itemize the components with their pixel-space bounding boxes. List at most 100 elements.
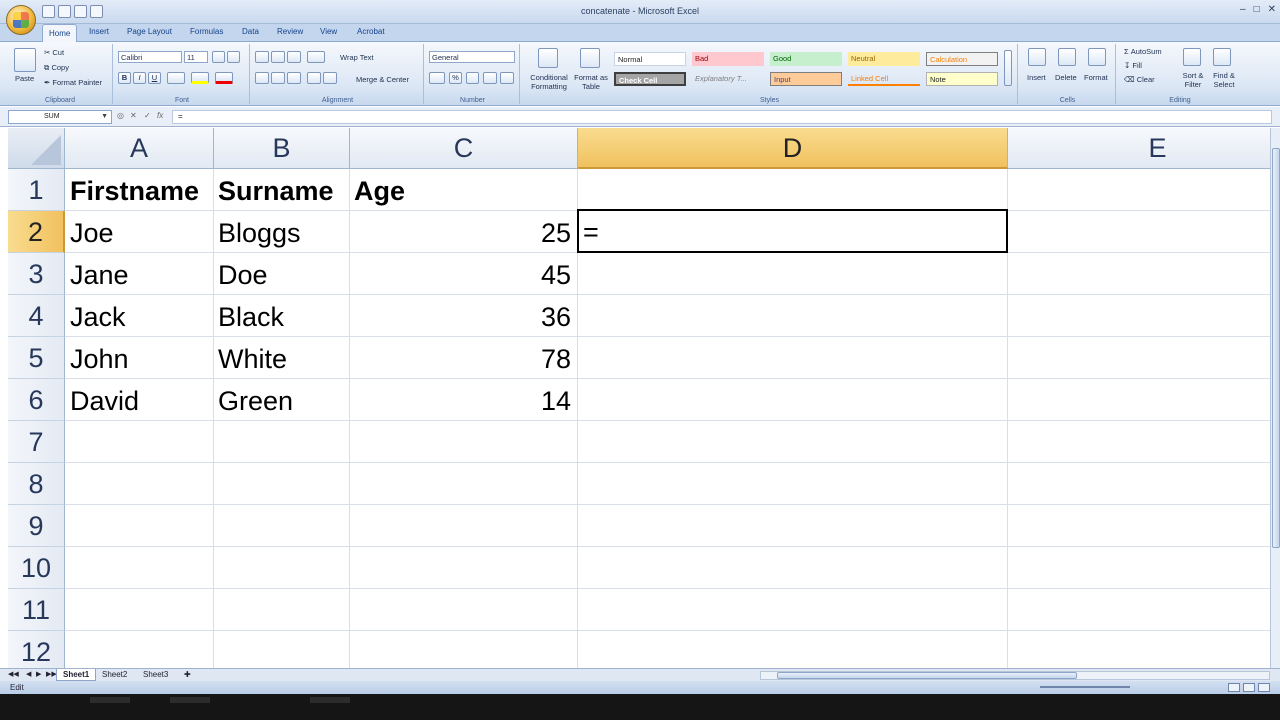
page-layout-view-icon[interactable] [1243, 683, 1255, 692]
decrease-indent-icon[interactable] [307, 72, 321, 84]
style-bad[interactable]: Bad [692, 52, 764, 66]
find-select-button[interactable]: Find & Select [1209, 71, 1239, 89]
font-color-icon[interactable] [215, 72, 233, 84]
cell-a6[interactable]: David [66, 379, 213, 421]
formula-input[interactable]: = [172, 110, 1272, 124]
normal-view-icon[interactable] [1228, 683, 1240, 692]
cell-a2[interactable]: Joe [66, 211, 213, 253]
find-select-icon[interactable] [1213, 48, 1231, 66]
cell-b5[interactable]: White [214, 337, 349, 379]
style-neutral[interactable]: Neutral [848, 52, 920, 66]
cell-b4[interactable]: Black [214, 295, 349, 337]
cell-b1[interactable]: Surname [214, 169, 349, 211]
vertical-scroll-thumb[interactable] [1272, 148, 1280, 548]
format-cells-button[interactable]: Format [1084, 73, 1108, 82]
select-all-button[interactable] [8, 128, 65, 169]
styles-scroll-icon[interactable] [1004, 50, 1012, 86]
font-size-select[interactable]: 11 [184, 51, 208, 63]
conditional-formatting-icon[interactable] [538, 48, 558, 68]
column-header-a[interactable]: A [65, 128, 214, 169]
style-good[interactable]: Good [770, 52, 842, 66]
format-painter-button[interactable]: ✒ Format Painter [44, 78, 102, 87]
shrink-font-icon[interactable] [227, 51, 240, 63]
close-icon[interactable]: ✕ [1268, 4, 1276, 15]
row-header-6[interactable]: 6 [8, 379, 65, 421]
style-explanatory[interactable]: Explanatory T... [692, 72, 764, 86]
cell-b2[interactable]: Bloggs [214, 211, 349, 253]
sheet-tab-2[interactable]: Sheet2 [96, 669, 133, 681]
restore-icon[interactable]: □ [1254, 4, 1260, 15]
cell-c6[interactable]: 14 [350, 379, 577, 421]
style-note[interactable]: Note [926, 72, 998, 86]
cell-c2[interactable]: 25 [350, 211, 577, 253]
row-header-1[interactable]: 1 [8, 169, 65, 211]
clear-button[interactable]: ⌫ Clear [1124, 75, 1155, 84]
column-header-e[interactable]: E [1008, 128, 1270, 169]
percent-icon[interactable]: % [449, 72, 462, 84]
row-header-10[interactable]: 10 [8, 547, 65, 589]
row-header-9[interactable]: 9 [8, 505, 65, 547]
style-normal[interactable]: Normal [614, 52, 686, 66]
fill-button[interactable]: ↧ Fill [1124, 61, 1142, 70]
taskbar-item[interactable] [170, 697, 210, 703]
horizontal-scroll-thumb[interactable] [777, 672, 1077, 679]
row-header-12[interactable]: 12 [8, 631, 65, 668]
conditional-formatting-button[interactable]: Conditional Formatting [526, 73, 572, 91]
autosum-button[interactable]: Σ AutoSum [1124, 47, 1162, 56]
tab-review[interactable]: Review [277, 27, 303, 36]
cell-c3[interactable]: 45 [350, 253, 577, 295]
insert-cells-icon[interactable] [1028, 48, 1046, 66]
delete-cells-icon[interactable] [1058, 48, 1076, 66]
style-input[interactable]: Input [770, 72, 842, 86]
prev-sheet-icon[interactable]: ◀ [26, 670, 31, 678]
name-box[interactable]: SUM ▼ [8, 110, 112, 124]
align-right-icon[interactable] [287, 72, 301, 84]
sheet-tab-1[interactable]: Sheet1 [56, 669, 97, 681]
align-middle-icon[interactable] [271, 51, 285, 63]
enter-icon[interactable]: ✓ [144, 111, 151, 120]
format-as-table-icon[interactable] [580, 48, 600, 68]
cut-button[interactable]: ✂ Cut [44, 48, 64, 57]
taskbar-item[interactable] [90, 697, 130, 703]
style-calculation[interactable]: Calculation [926, 52, 998, 66]
style-linked-cell[interactable]: Linked Cell [848, 72, 920, 86]
column-header-b[interactable]: B [214, 128, 350, 169]
zoom-slider[interactable] [1040, 686, 1130, 688]
cell-a5[interactable]: John [66, 337, 213, 379]
increase-indent-icon[interactable] [323, 72, 337, 84]
borders-icon[interactable] [167, 72, 185, 84]
grow-font-icon[interactable] [212, 51, 225, 63]
align-left-icon[interactable] [255, 72, 269, 84]
office-button[interactable] [6, 5, 36, 35]
style-check-cell[interactable]: Check Cell [614, 72, 686, 86]
dialog-icon[interactable]: ◎ [117, 111, 124, 120]
cell-c5[interactable]: 78 [350, 337, 577, 379]
tab-data[interactable]: Data [242, 27, 259, 36]
tab-home[interactable]: Home [42, 24, 78, 43]
sort-filter-icon[interactable] [1183, 48, 1201, 66]
copy-button[interactable]: ⧉ Copy [44, 63, 69, 73]
tab-acrobat[interactable]: Acrobat [357, 27, 385, 36]
format-cells-icon[interactable] [1088, 48, 1106, 66]
wrap-text-button[interactable]: Wrap Text [340, 53, 374, 62]
row-header-3[interactable]: 3 [8, 253, 65, 295]
page-break-view-icon[interactable] [1258, 683, 1270, 692]
insert-cells-button[interactable]: Insert [1027, 73, 1046, 82]
column-header-d[interactable]: D [578, 128, 1008, 169]
delete-cells-button[interactable]: Delete [1055, 73, 1077, 82]
row-header-11[interactable]: 11 [8, 589, 65, 631]
italic-icon[interactable]: I [133, 72, 146, 84]
tab-view[interactable]: View [320, 27, 337, 36]
number-format-select[interactable]: General [429, 51, 515, 63]
row-header-2[interactable]: 2 [8, 211, 65, 253]
horizontal-scrollbar[interactable] [760, 671, 1270, 680]
column-header-c[interactable]: C [350, 128, 578, 169]
cancel-icon[interactable]: ✕ [130, 111, 137, 120]
align-top-icon[interactable] [255, 51, 269, 63]
tab-insert[interactable]: Insert [89, 27, 109, 36]
tab-formulas[interactable]: Formulas [190, 27, 223, 36]
cell-a3[interactable]: Jane [66, 253, 213, 295]
align-bottom-icon[interactable] [287, 51, 301, 63]
cell-b3[interactable]: Doe [214, 253, 349, 295]
row-header-7[interactable]: 7 [8, 421, 65, 463]
